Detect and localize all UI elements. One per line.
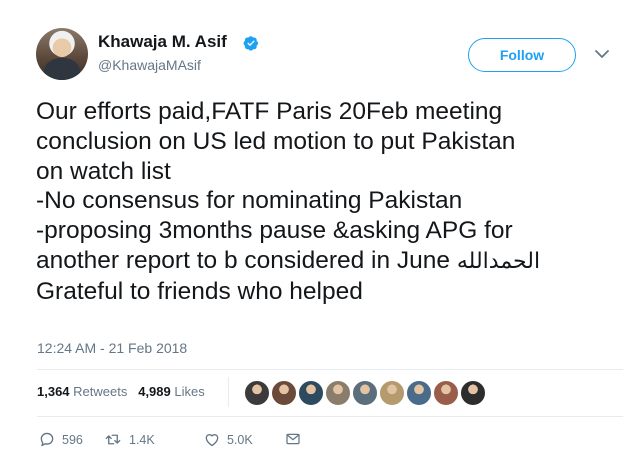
dm-action[interactable] (284, 431, 308, 447)
liker-avatar[interactable] (379, 380, 405, 406)
tweet-line: on watch list (36, 157, 171, 185)
tweet-stats: 1,364 Retweets 4,989 Likes (37, 384, 205, 399)
liker-avatar[interactable] (460, 380, 486, 406)
like-count: 5.0K (227, 432, 253, 447)
retweet-count: 1.4K (129, 432, 155, 447)
likes-label: Likes (174, 384, 205, 399)
tweet-line: conclusion on US led motion to put Pakis… (36, 127, 516, 155)
tweet-timestamp[interactable]: 12:24 AM - 21 Feb 2018 (37, 340, 187, 356)
liker-avatar[interactable] (244, 380, 270, 406)
user-handle[interactable]: @KhawajaMAsif (98, 57, 201, 73)
envelope-icon (286, 433, 300, 445)
tweet-line: Grateful to friends who helped (36, 277, 363, 305)
tweet-line-text: another report to b considered in June (36, 246, 451, 274)
liker-avatar[interactable] (352, 380, 378, 406)
like-action[interactable]: 5.0K (203, 431, 253, 448)
reply-count: 596 (62, 432, 83, 447)
liker-avatar[interactable] (433, 380, 459, 406)
user-name[interactable]: Khawaja M. Asif (98, 32, 227, 52)
reply-action[interactable]: 596 (38, 431, 83, 448)
divider (37, 369, 623, 370)
likes-stat[interactable]: 4,989 Likes (138, 384, 205, 399)
retweets-label: Retweets (73, 384, 128, 399)
divider (37, 416, 623, 417)
liker-avatar[interactable] (325, 380, 351, 406)
tweet-actions: 596 1.4K 5.0K (0, 431, 640, 451)
heart-icon (205, 434, 219, 447)
liker-avatar[interactable] (271, 380, 297, 406)
reply-icon (40, 432, 54, 447)
user-avatar[interactable] (36, 28, 88, 80)
retweets-stat[interactable]: 1,364 Retweets (37, 384, 127, 399)
tweet-line: -No consensus for nominating Pakistan (36, 187, 463, 215)
chevron-down-icon[interactable] (594, 48, 610, 60)
tweet-text: Our efforts paid,FATF Paris 20Feb meetin… (36, 97, 626, 307)
retweets-count: 1,364 (37, 384, 70, 399)
likes-count: 4,989 (138, 384, 171, 399)
follow-button[interactable]: Follow (468, 38, 576, 72)
tweet-line: -proposing 3months pause &asking APG for (36, 217, 513, 245)
tweet-arabic-text: الحمدالله (456, 248, 541, 274)
liker-avatar[interactable] (298, 380, 324, 406)
liker-avatar[interactable] (406, 380, 432, 406)
tweet-line: Our efforts paid,FATF Paris 20Feb meetin… (36, 98, 503, 125)
retweet-action[interactable]: 1.4K (103, 431, 155, 448)
stats-separator (228, 377, 229, 407)
verified-badge-icon (243, 36, 258, 51)
tweet-line: another report to b considered in June ا… (36, 246, 626, 277)
retweet-icon (105, 434, 121, 445)
